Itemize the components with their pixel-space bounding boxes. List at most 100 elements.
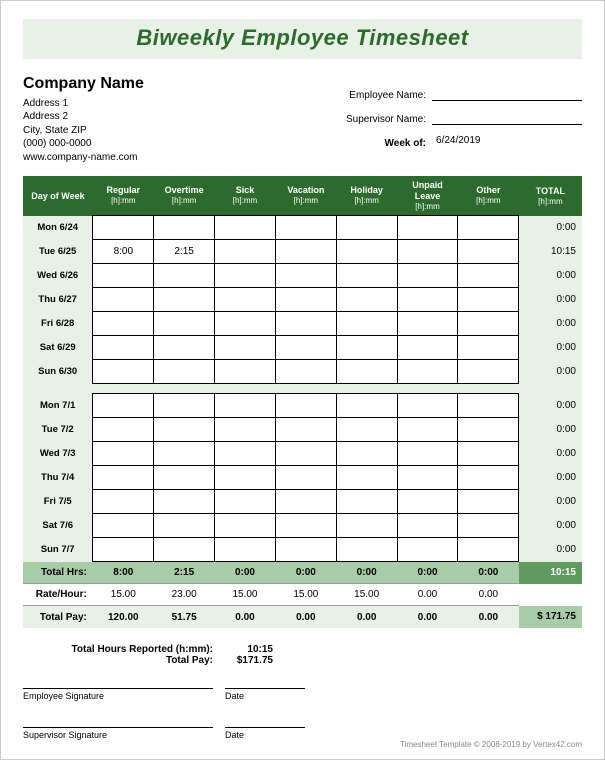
cell-holiday[interactable] [336,490,397,514]
cell-regular[interactable] [93,418,154,442]
cell-vacation[interactable] [275,466,336,490]
cell-other[interactable] [458,466,519,490]
cell-sick[interactable] [215,538,276,562]
cell-overtime[interactable] [154,336,215,360]
cell-unpaid[interactable] [397,514,458,538]
rate-unpaid[interactable]: 0.00 [397,584,458,606]
cell-overtime[interactable] [154,288,215,312]
cell-sick[interactable] [215,312,276,336]
cell-sick[interactable] [215,240,276,264]
rate-other[interactable]: 0.00 [458,584,519,606]
cell-holiday[interactable] [336,442,397,466]
cell-unpaid[interactable] [397,312,458,336]
cell-vacation[interactable] [275,514,336,538]
cell-holiday[interactable] [336,240,397,264]
cell-vacation[interactable] [275,394,336,418]
cell-sick[interactable] [215,418,276,442]
cell-overtime[interactable] [154,360,215,384]
cell-vacation[interactable] [275,336,336,360]
cell-overtime[interactable] [154,442,215,466]
cell-unpaid[interactable] [397,490,458,514]
cell-regular[interactable] [93,360,154,384]
cell-regular[interactable] [93,336,154,360]
cell-regular[interactable] [93,312,154,336]
rate-vacation[interactable]: 15.00 [275,584,336,606]
rate-regular[interactable]: 15.00 [93,584,154,606]
cell-sick[interactable] [215,264,276,288]
cell-sick[interactable] [215,336,276,360]
cell-vacation[interactable] [275,418,336,442]
cell-regular[interactable] [93,264,154,288]
cell-holiday[interactable] [336,360,397,384]
cell-other[interactable] [458,418,519,442]
cell-overtime[interactable] [154,216,215,240]
cell-holiday[interactable] [336,216,397,240]
cell-holiday[interactable] [336,336,397,360]
cell-sick[interactable] [215,216,276,240]
cell-overtime[interactable] [154,312,215,336]
cell-other[interactable] [458,394,519,418]
cell-regular[interactable] [93,442,154,466]
cell-holiday[interactable] [336,538,397,562]
cell-sick[interactable] [215,360,276,384]
cell-vacation[interactable] [275,490,336,514]
cell-vacation[interactable] [275,442,336,466]
cell-other[interactable] [458,490,519,514]
cell-unpaid[interactable] [397,336,458,360]
cell-unpaid[interactable] [397,394,458,418]
cell-sick[interactable] [215,466,276,490]
cell-holiday[interactable] [336,312,397,336]
cell-regular[interactable] [93,394,154,418]
cell-vacation[interactable] [275,288,336,312]
cell-vacation[interactable] [275,538,336,562]
cell-holiday[interactable] [336,264,397,288]
employee-signature-date[interactable]: Date [225,688,305,701]
cell-unpaid[interactable] [397,466,458,490]
cell-regular[interactable] [93,216,154,240]
cell-regular[interactable] [93,288,154,312]
cell-unpaid[interactable] [397,216,458,240]
cell-vacation[interactable] [275,264,336,288]
cell-holiday[interactable] [336,514,397,538]
cell-vacation[interactable] [275,360,336,384]
cell-regular[interactable] [93,514,154,538]
rate-sick[interactable]: 15.00 [215,584,276,606]
rate-holiday[interactable]: 15.00 [336,584,397,606]
cell-sick[interactable] [215,490,276,514]
employee-name-field[interactable] [432,87,582,101]
cell-overtime[interactable] [154,538,215,562]
cell-overtime[interactable] [154,264,215,288]
cell-sick[interactable] [215,394,276,418]
cell-other[interactable] [458,360,519,384]
supervisor-signature-line[interactable]: Supervisor Signature [23,727,213,740]
cell-other[interactable] [458,264,519,288]
supervisor-signature-date[interactable]: Date [225,727,305,740]
cell-vacation[interactable] [275,312,336,336]
cell-regular[interactable] [93,466,154,490]
rate-overtime[interactable]: 23.00 [154,584,215,606]
cell-overtime[interactable] [154,418,215,442]
cell-overtime[interactable] [154,490,215,514]
cell-overtime[interactable] [154,466,215,490]
cell-vacation[interactable] [275,216,336,240]
cell-holiday[interactable] [336,466,397,490]
cell-other[interactable] [458,216,519,240]
cell-holiday[interactable] [336,394,397,418]
employee-signature-line[interactable]: Employee Signature [23,688,213,701]
cell-other[interactable] [458,288,519,312]
cell-overtime[interactable]: 2:15 [154,240,215,264]
cell-other[interactable] [458,514,519,538]
cell-unpaid[interactable] [397,418,458,442]
cell-regular[interactable] [93,538,154,562]
cell-unpaid[interactable] [397,264,458,288]
cell-regular[interactable] [93,490,154,514]
cell-unpaid[interactable] [397,442,458,466]
supervisor-name-field[interactable] [432,111,582,125]
cell-sick[interactable] [215,442,276,466]
cell-overtime[interactable] [154,514,215,538]
cell-other[interactable] [458,312,519,336]
cell-overtime[interactable] [154,394,215,418]
cell-holiday[interactable] [336,288,397,312]
cell-holiday[interactable] [336,418,397,442]
cell-unpaid[interactable] [397,288,458,312]
